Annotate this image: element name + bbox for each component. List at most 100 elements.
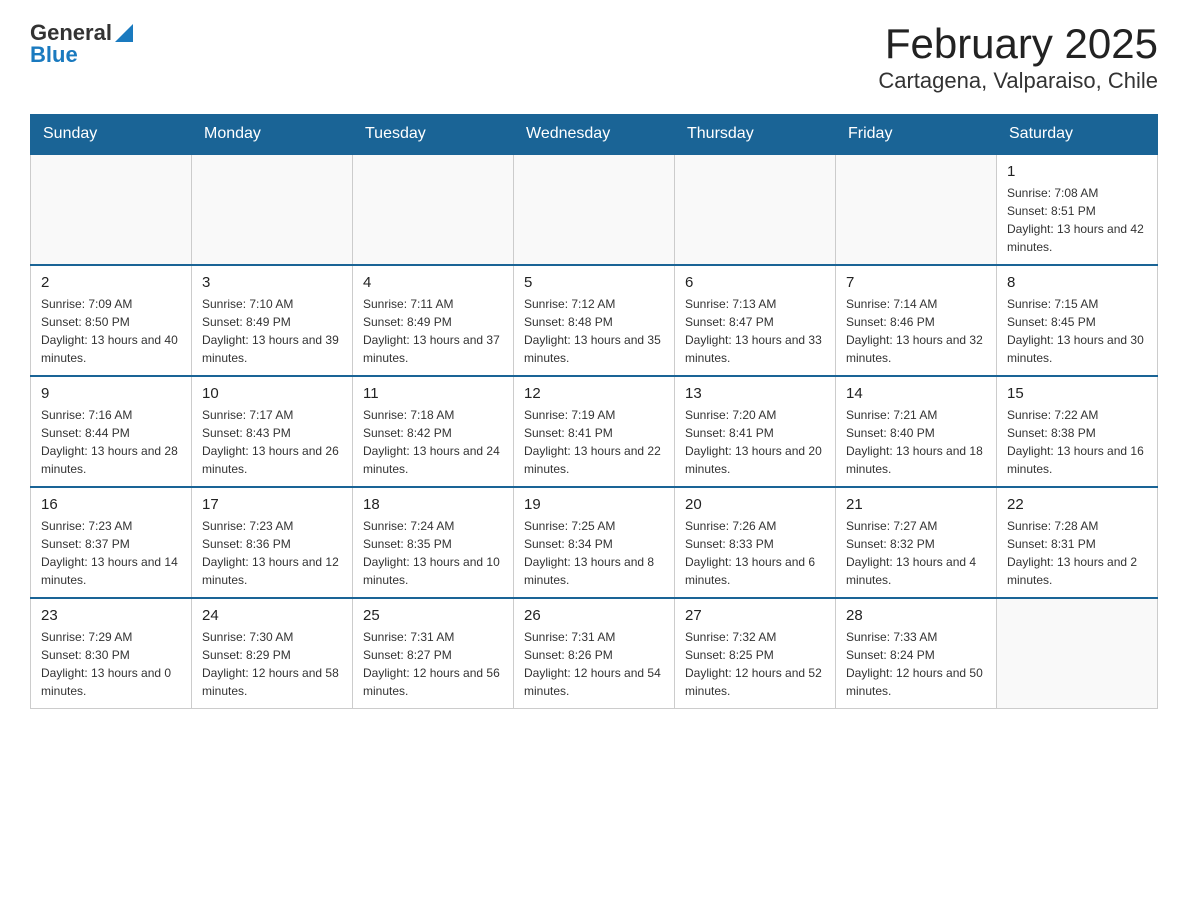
day-info: Sunrise: 7:26 AMSunset: 8:33 PMDaylight:… [685,517,825,589]
calendar-cell [836,154,997,265]
day-info: Sunrise: 7:09 AMSunset: 8:50 PMDaylight:… [41,295,181,367]
col-sunday: Sunday [31,115,192,155]
day-number: 22 [1007,496,1147,513]
day-number: 8 [1007,274,1147,291]
day-number: 18 [363,496,503,513]
calendar-cell: 17 Sunrise: 7:23 AMSunset: 8:36 PMDayligh… [192,487,353,598]
calendar-cell: 15 Sunrise: 7:22 AMSunset: 8:38 PMDayligh… [997,376,1158,487]
calendar-week-row: 2 Sunrise: 7:09 AMSunset: 8:50 PMDaylight… [31,265,1158,376]
calendar-week-row: 23 Sunrise: 7:29 AMSunset: 8:30 PMDayligh… [31,598,1158,709]
col-thursday: Thursday [675,115,836,155]
calendar-cell: 14 Sunrise: 7:21 AMSunset: 8:40 PMDayligh… [836,376,997,487]
calendar-cell: 9Sunrise: 7:16 AMSunset: 8:44 PMDaylight… [31,376,192,487]
day-number: 21 [846,496,986,513]
calendar-cell: 13 Sunrise: 7:20 AMSunset: 8:41 PMDayligh… [675,376,836,487]
day-info: Sunrise: 7:15 AMSunset: 8:45 PMDaylight:… [1007,295,1147,367]
calendar-cell [31,154,192,265]
day-number: 24 [202,607,342,624]
calendar-cell: 2 Sunrise: 7:09 AMSunset: 8:50 PMDaylight… [31,265,192,376]
calendar-cell: 3 Sunrise: 7:10 AMSunset: 8:49 PMDaylight… [192,265,353,376]
calendar-cell: 26 Sunrise: 7:31 AMSunset: 8:26 PMDayligh… [514,598,675,709]
calendar-cell [353,154,514,265]
calendar-cell: 6Sunrise: 7:13 AMSunset: 8:47 PMDaylight… [675,265,836,376]
calendar-cell: 16 Sunrise: 7:23 AMSunset: 8:37 PMDayligh… [31,487,192,598]
day-number: 2 [41,274,181,291]
day-info: Sunrise: 7:25 AMSunset: 8:34 PMDaylight:… [524,517,664,589]
day-number: 1 [1007,163,1147,180]
calendar-cell: 22 Sunrise: 7:28 AMSunset: 8:31 PMDayligh… [997,487,1158,598]
calendar-cell: 20 Sunrise: 7:26 AMSunset: 8:33 PMDayligh… [675,487,836,598]
calendar-cell [675,154,836,265]
calendar-cell [997,598,1158,709]
day-info: Sunrise: 7:14 AMSunset: 8:46 PMDaylight:… [846,295,986,367]
day-number: 17 [202,496,342,513]
day-info: Sunrise: 7:27 AMSunset: 8:32 PMDaylight:… [846,517,986,589]
day-info: Sunrise: 7:24 AMSunset: 8:35 PMDaylight:… [363,517,503,589]
day-info: Sunrise: 7:12 AMSunset: 8:48 PMDaylight:… [524,295,664,367]
calendar-cell [514,154,675,265]
day-info: Sunrise: 7:22 AMSunset: 8:38 PMDaylight:… [1007,406,1147,478]
page-header: General Blue February 2025 Cartagena, Va… [30,20,1158,94]
calendar-cell: 28Sunrise: 7:33 AMSunset: 8:24 PMDayligh… [836,598,997,709]
day-info: Sunrise: 7:30 AMSunset: 8:29 PMDaylight:… [202,628,342,700]
calendar-week-row: 16 Sunrise: 7:23 AMSunset: 8:37 PMDayligh… [31,487,1158,598]
day-info: Sunrise: 7:10 AMSunset: 8:49 PMDaylight:… [202,295,342,367]
day-info: Sunrise: 7:19 AMSunset: 8:41 PMDaylight:… [524,406,664,478]
calendar-cell: 12 Sunrise: 7:19 AMSunset: 8:41 PMDayligh… [514,376,675,487]
day-info: Sunrise: 7:28 AMSunset: 8:31 PMDaylight:… [1007,517,1147,589]
day-number: 3 [202,274,342,291]
logo: General Blue [30,20,133,68]
logo-blue-text: Blue [30,42,78,68]
day-number: 19 [524,496,664,513]
calendar-cell: 4 Sunrise: 7:11 AMSunset: 8:49 PMDaylight… [353,265,514,376]
day-number: 16 [41,496,181,513]
day-info: Sunrise: 7:33 AMSunset: 8:24 PMDaylight:… [846,628,986,700]
col-monday: Monday [192,115,353,155]
day-info: Sunrise: 7:08 AMSunset: 8:51 PMDaylight:… [1007,184,1147,256]
day-info: Sunrise: 7:11 AMSunset: 8:49 PMDaylight:… [363,295,503,367]
calendar-cell: 21 Sunrise: 7:27 AMSunset: 8:32 PMDayligh… [836,487,997,598]
calendar-cell: 7 Sunrise: 7:14 AMSunset: 8:46 PMDaylight… [836,265,997,376]
day-info: Sunrise: 7:17 AMSunset: 8:43 PMDaylight:… [202,406,342,478]
day-number: 25 [363,607,503,624]
day-number: 12 [524,385,664,402]
calendar-cell: 24 Sunrise: 7:30 AMSunset: 8:29 PMDayligh… [192,598,353,709]
day-info: Sunrise: 7:31 AMSunset: 8:27 PMDaylight:… [363,628,503,700]
calendar-body: 1 Sunrise: 7:08 AMSunset: 8:51 PMDaylight… [31,154,1158,709]
day-number: 27 [685,607,825,624]
day-number: 14 [846,385,986,402]
calendar-cell [192,154,353,265]
day-number: 7 [846,274,986,291]
calendar-week-row: 1 Sunrise: 7:08 AMSunset: 8:51 PMDaylight… [31,154,1158,265]
calendar-cell: 19 Sunrise: 7:25 AMSunset: 8:34 PMDayligh… [514,487,675,598]
calendar-cell: 8 Sunrise: 7:15 AMSunset: 8:45 PMDaylight… [997,265,1158,376]
calendar-cell: 5Sunrise: 7:12 AMSunset: 8:48 PMDaylight… [514,265,675,376]
day-number: 13 [685,385,825,402]
day-number: 26 [524,607,664,624]
calendar-header: Sunday Monday Tuesday Wednesday Thursday… [31,115,1158,155]
day-number: 15 [1007,385,1147,402]
day-number: 4 [363,274,503,291]
col-friday: Friday [836,115,997,155]
day-info: Sunrise: 7:23 AMSunset: 8:36 PMDaylight:… [202,517,342,589]
logo-triangle-icon [115,24,133,42]
day-number: 9 [41,385,181,402]
day-info: Sunrise: 7:31 AMSunset: 8:26 PMDaylight:… [524,628,664,700]
day-info: Sunrise: 7:20 AMSunset: 8:41 PMDaylight:… [685,406,825,478]
col-saturday: Saturday [997,115,1158,155]
day-number: 20 [685,496,825,513]
day-number: 6 [685,274,825,291]
day-info: Sunrise: 7:21 AMSunset: 8:40 PMDaylight:… [846,406,986,478]
location-subtitle: Cartagena, Valparaiso, Chile [878,68,1158,94]
calendar-cell: 11Sunrise: 7:18 AMSunset: 8:42 PMDayligh… [353,376,514,487]
day-info: Sunrise: 7:29 AMSunset: 8:30 PMDaylight:… [41,628,181,700]
day-number: 23 [41,607,181,624]
calendar-cell: 25 Sunrise: 7:31 AMSunset: 8:27 PMDayligh… [353,598,514,709]
col-tuesday: Tuesday [353,115,514,155]
calendar-cell: 18 Sunrise: 7:24 AMSunset: 8:35 PMDayligh… [353,487,514,598]
day-info: Sunrise: 7:23 AMSunset: 8:37 PMDaylight:… [41,517,181,589]
month-title: February 2025 [878,20,1158,68]
day-number: 11 [363,385,503,402]
calendar-cell: 27Sunrise: 7:32 AMSunset: 8:25 PMDayligh… [675,598,836,709]
day-number: 10 [202,385,342,402]
